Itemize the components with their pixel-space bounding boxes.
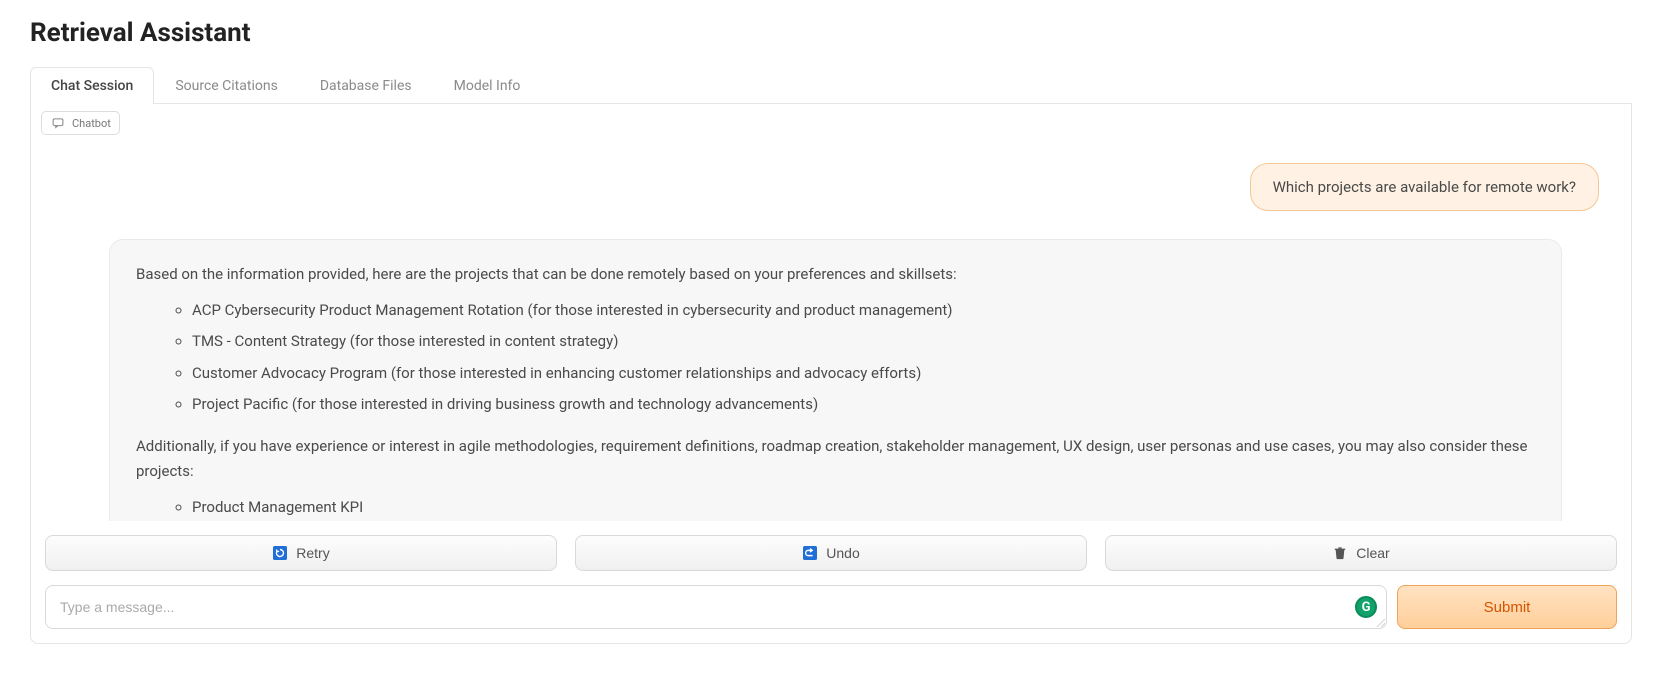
retry-icon <box>272 545 288 561</box>
bot-list-a: ACP Cybersecurity Product Management Rot… <box>136 298 1535 418</box>
list-item: TMS - Content Strategy (for those intere… <box>192 329 1535 355</box>
bot-message-bubble: Based on the information provided, here … <box>109 239 1562 521</box>
message-input-wrap: G <box>45 585 1387 629</box>
submit-button[interactable]: Submit <box>1397 585 1617 629</box>
user-message-bubble: Which projects are available for remote … <box>1250 163 1599 211</box>
tab-source-citations[interactable]: Source Citations <box>154 67 299 104</box>
bot-list-b: Product Management KPI <box>136 495 1535 521</box>
list-item: ACP Cybersecurity Product Management Rot… <box>192 298 1535 324</box>
grammarly-icon[interactable]: G <box>1355 596 1377 618</box>
list-item: Customer Advocacy Program (for those int… <box>192 361 1535 387</box>
undo-label: Undo <box>826 545 859 561</box>
page-title: Retrieval Assistant <box>30 18 1632 48</box>
chat-scroll-area[interactable]: Which projects are available for remote … <box>45 141 1617 521</box>
chat-panel: Chatbot Which projects are available for… <box>30 104 1632 644</box>
message-input[interactable] <box>45 585 1387 629</box>
retry-button[interactable]: Retry <box>45 535 557 571</box>
tab-chat-session[interactable]: Chat Session <box>30 67 154 104</box>
resize-handle-icon[interactable] <box>1375 617 1385 627</box>
bot-middle-text: Additionally, if you have experience or … <box>136 434 1535 485</box>
clear-button[interactable]: Clear <box>1105 535 1617 571</box>
undo-button[interactable]: Undo <box>575 535 1087 571</box>
bot-intro-text: Based on the information provided, here … <box>136 262 1535 288</box>
trash-icon <box>1332 545 1348 561</box>
action-row: Retry Undo Clear <box>45 535 1617 571</box>
chatbot-badge: Chatbot <box>41 111 120 135</box>
bot-message-row: Based on the information provided, here … <box>53 239 1599 521</box>
undo-icon <box>802 545 818 561</box>
clear-label: Clear <box>1356 545 1389 561</box>
tab-database-files[interactable]: Database Files <box>299 67 433 104</box>
tab-bar: Chat Session Source Citations Database F… <box>30 66 1632 104</box>
user-message-row: Which projects are available for remote … <box>53 163 1599 211</box>
list-item: Product Management KPI <box>192 495 1535 521</box>
list-item: Project Pacific (for those interested in… <box>192 392 1535 418</box>
chat-icon <box>50 115 66 131</box>
chatbot-badge-label: Chatbot <box>72 117 111 130</box>
tab-model-info[interactable]: Model Info <box>433 67 542 104</box>
input-row: G Submit <box>45 585 1617 629</box>
retry-label: Retry <box>296 545 329 561</box>
